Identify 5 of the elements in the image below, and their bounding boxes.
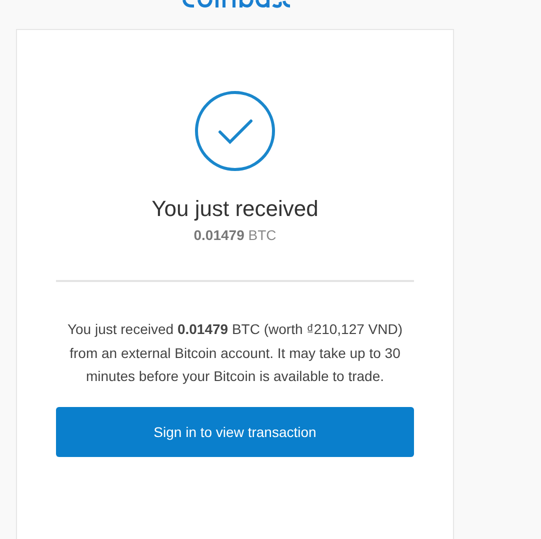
heading: You just received (152, 196, 318, 222)
message-paragraph: You just received 0.01479 BTC (worth ₫210,127 VND) from an external Bitcoin account. It may take up to 30 minutes before your Bitcoin is available to trade. (66, 320, 404, 386)
amount-text: 0.01479 BTC (194, 226, 276, 244)
sign-in-button[interactable]: Sign in to view transaction (56, 406, 414, 456)
checkmark-circle-icon (194, 90, 276, 172)
